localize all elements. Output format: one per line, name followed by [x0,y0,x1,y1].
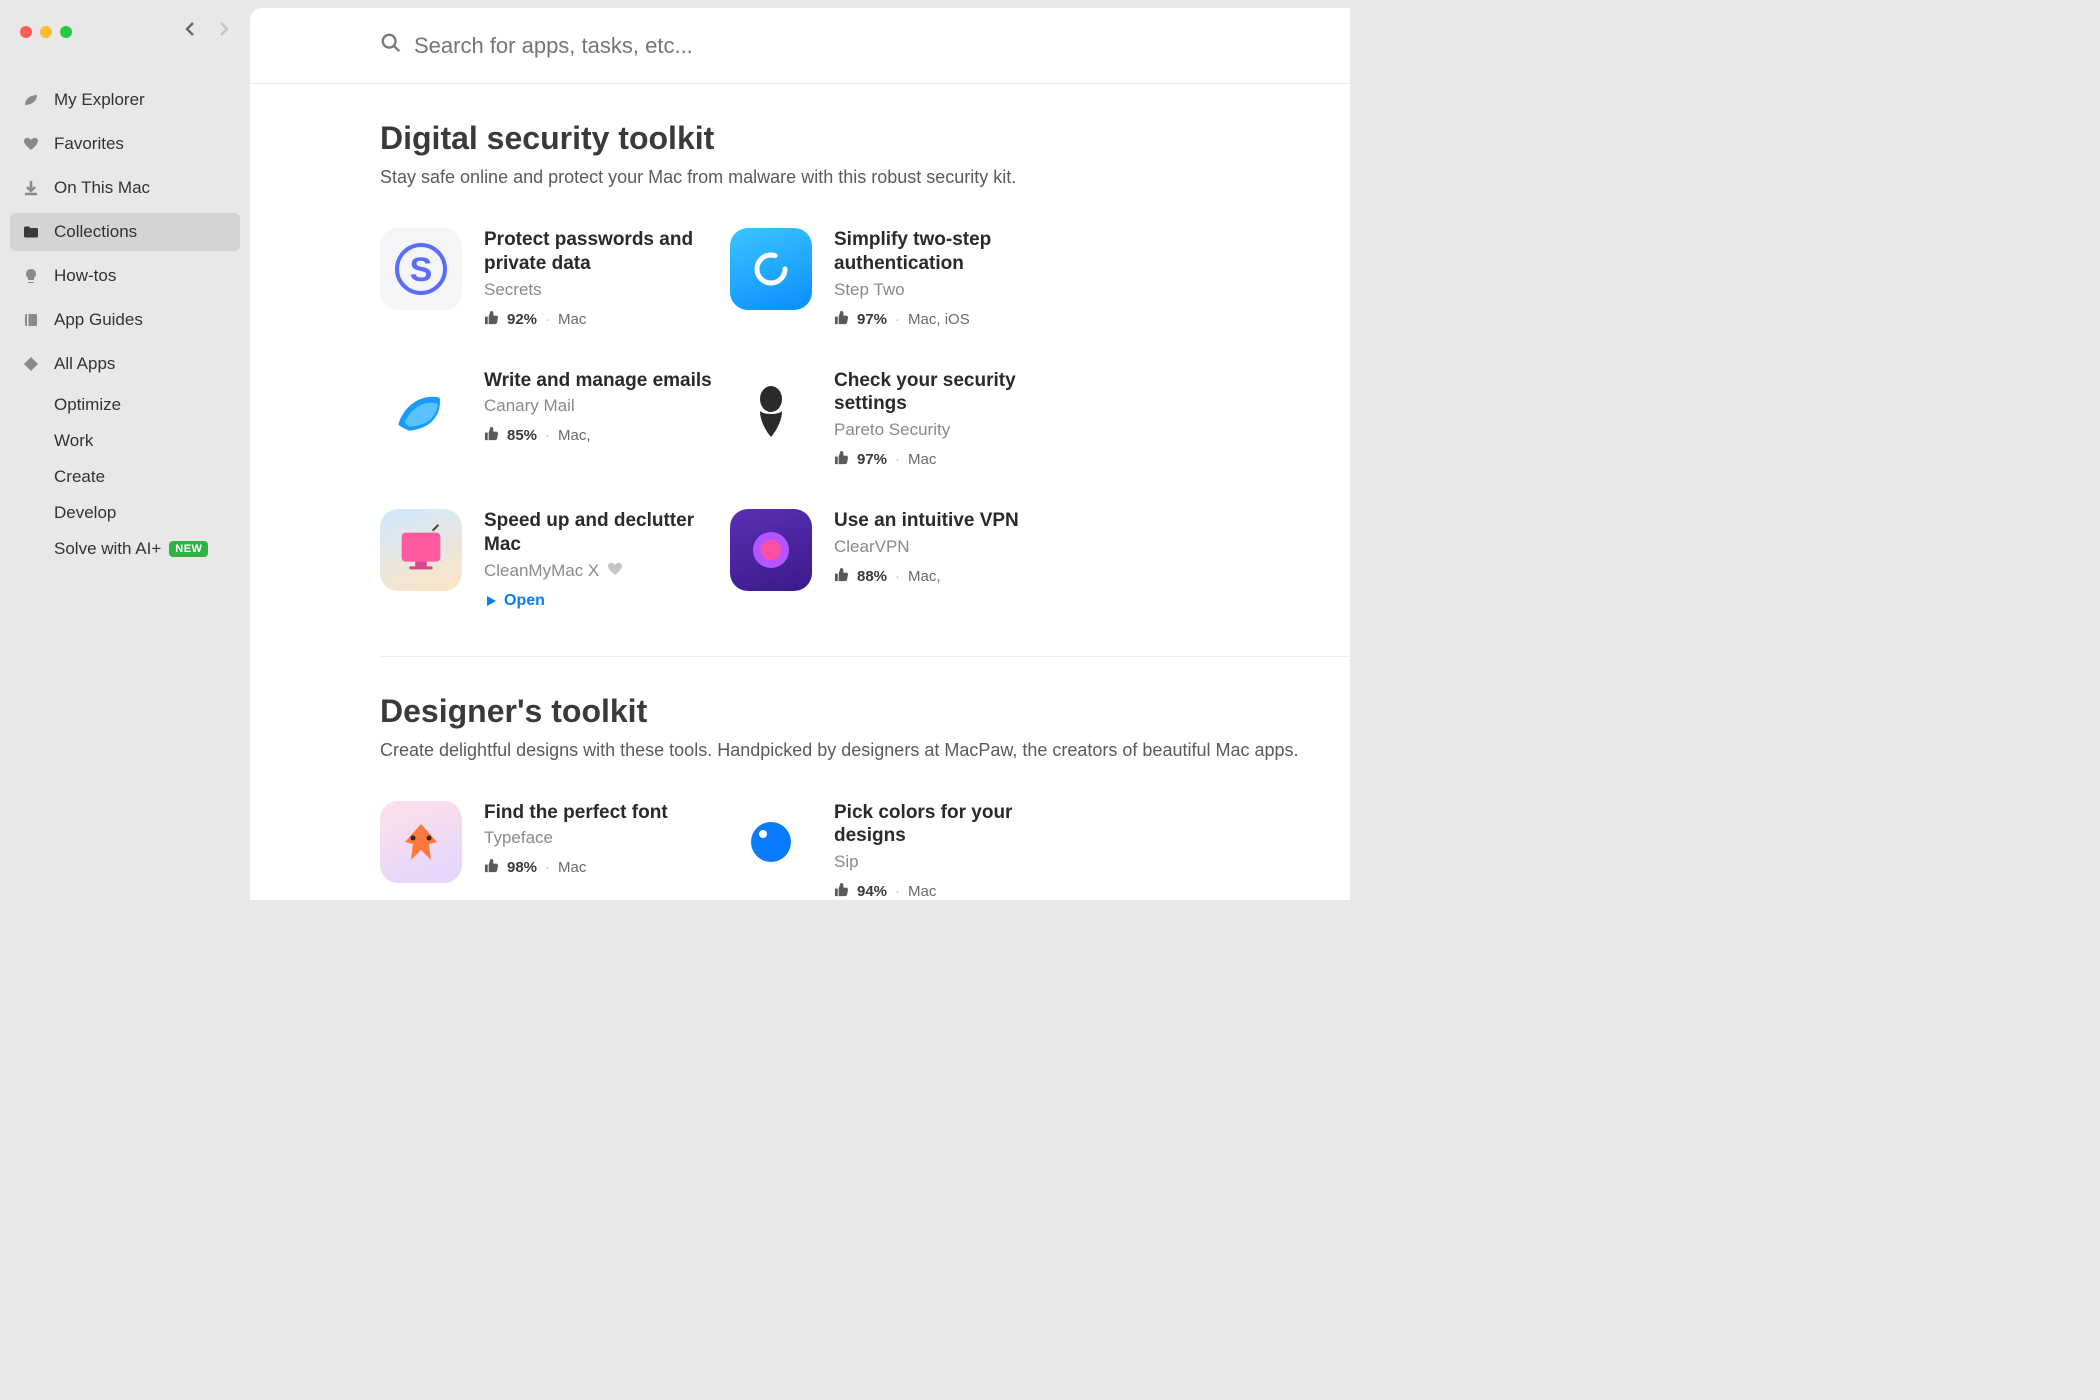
sidebar-item-label: Favorites [54,134,124,154]
app-title: Pick colors for your designs [834,801,1080,849]
sidebar-item-favorites[interactable]: Favorites [10,125,240,163]
close-window-button[interactable] [20,26,32,38]
app-name: Secrets [484,280,730,300]
sidebar-item-all-apps[interactable]: All Apps [10,345,240,383]
app-title: Use an intuitive VPN [834,509,1019,533]
app-name: Sip [834,852,1080,872]
search-icon [380,32,402,59]
sidebar: My Explorer Favorites On This Mac Collec… [0,0,250,900]
new-badge: NEW [169,541,208,557]
section-title: Digital security toolkit [380,120,1350,157]
app-meta: 97% · Mac [834,450,1080,469]
book-icon [22,311,40,329]
app-name: Step Two [834,280,1080,300]
sidebar-item-app-guides[interactable]: App Guides [10,301,240,339]
app-icon [730,228,812,310]
app-card-pareto-security[interactable]: Check your security settings Pareto Secu… [730,369,1080,470]
app-icon [730,369,812,451]
sidebar-nav: My Explorer Favorites On This Mac Collec… [0,81,250,565]
fullscreen-window-button[interactable] [60,26,72,38]
app-card-typeface[interactable]: Find the perfect font Typeface 98% · Mac [380,801,730,901]
favorite-heart-icon[interactable] [607,561,623,582]
nav-forward-button[interactable] [216,20,232,43]
sidebar-item-on-this-mac[interactable]: On This Mac [10,169,240,207]
thumbs-up-icon [484,310,499,329]
app-title: Simplify two-step authentication [834,228,1080,276]
search-row [250,8,1350,84]
app-card-step-two[interactable]: Simplify two-step authentication Step Tw… [730,228,1080,329]
app-icon [380,801,462,883]
thumbs-up-icon [834,882,849,900]
search-input[interactable] [414,33,914,59]
section-title: Designer's toolkit [380,693,1350,730]
app-meta: 92% · Mac [484,310,730,329]
thumbs-up-icon [834,450,849,469]
sidebar-item-label: How-tos [54,266,116,286]
section-digital-security: Digital security toolkit Stay safe onlin… [380,84,1350,657]
app-card-sip[interactable]: Pick colors for your designs Sip 94% · M… [730,801,1080,901]
sidebar-item-label: All Apps [54,354,115,374]
app-meta: 97% · Mac, iOS [834,310,1080,329]
open-button[interactable]: Open [484,592,730,610]
app-title: Write and manage emails [484,369,712,393]
sidebar-item-label: Collections [54,222,137,242]
section-subtitle: Create delightful designs with these too… [380,740,1350,761]
app-name: ClearVPN [834,537,1019,557]
app-title: Check your security settings [834,369,1080,417]
app-name: Typeface [484,828,668,848]
heart-icon [22,135,40,153]
app-name: Canary Mail [484,396,712,416]
thumbs-up-icon [834,567,849,586]
app-icon [380,509,462,591]
svg-text:S: S [410,251,433,289]
app-card-secrets[interactable]: S Protect passwords and private data Sec… [380,228,730,329]
folder-icon [22,223,40,241]
thumbs-up-icon [834,310,849,329]
window-controls [0,20,250,43]
app-card-canary-mail[interactable]: Write and manage emails Canary Mail 85% … [380,369,730,470]
sidebar-item-how-tos[interactable]: How-tos [10,257,240,295]
sidebar-item-label: App Guides [54,310,143,330]
app-icon: S [380,228,462,310]
sidebar-item-my-explorer[interactable]: My Explorer [10,81,240,119]
thumbs-up-icon [484,426,499,445]
app-icon [380,369,462,451]
thumbs-up-icon [484,858,499,877]
app-card-clearvpn[interactable]: Use an intuitive VPN ClearVPN 88% · Mac, [730,509,1080,610]
sidebar-subitem-create[interactable]: Create [10,461,240,493]
app-meta: 85% · Mac, [484,426,712,445]
sidebar-subitem-solve-with-ai[interactable]: Solve with AI+ NEW [10,533,240,565]
sidebar-subitem-work[interactable]: Work [10,425,240,457]
sidebar-item-label: My Explorer [54,90,145,110]
app-title: Find the perfect font [484,801,668,825]
bulb-icon [22,267,40,285]
app-name: CleanMyMac X [484,561,730,582]
leaf-icon [22,91,40,109]
app-card-cleanmymac-x[interactable]: Speed up and declutter Mac CleanMyMac X … [380,509,730,610]
app-icon [730,801,812,883]
sidebar-subitem-develop[interactable]: Develop [10,497,240,529]
app-meta: 94% · Mac [834,882,1080,900]
sidebar-item-label: On This Mac [54,178,150,198]
diamond-icon [22,355,40,373]
app-title: Speed up and declutter Mac [484,509,730,557]
sidebar-item-collections[interactable]: Collections [10,213,240,251]
sidebar-subitem-optimize[interactable]: Optimize [10,389,240,421]
main-pane: Digital security toolkit Stay safe onlin… [250,8,1350,900]
app-name: Pareto Security [834,420,1080,440]
app-meta: 98% · Mac [484,858,668,877]
minimize-window-button[interactable] [40,26,52,38]
app-icon [730,509,812,591]
section-subtitle: Stay safe online and protect your Mac fr… [380,167,1350,188]
app-meta: 88% · Mac, [834,567,1019,586]
sidebar-sublist: Optimize Work Create Develop Solve with … [10,389,240,565]
download-icon [22,179,40,197]
nav-back-button[interactable] [182,20,198,43]
section-designers-toolkit: Designer's toolkit Create delightful des… [380,657,1350,901]
app-title: Protect passwords and private data [484,228,730,276]
